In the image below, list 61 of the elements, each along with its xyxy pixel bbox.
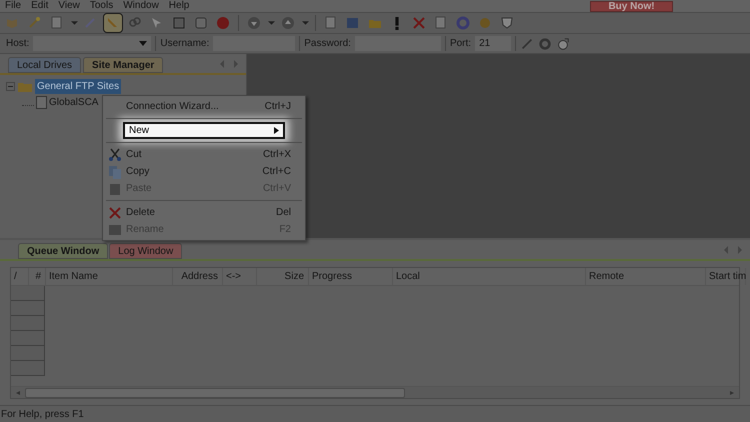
column-header[interactable]: Local <box>393 268 586 285</box>
exclamation-icon <box>395 16 399 30</box>
column-header[interactable]: Address <box>173 268 223 285</box>
column-header[interactable]: # <box>29 268 46 285</box>
upload-icon <box>280 15 296 31</box>
password-label: Password: <box>304 37 351 51</box>
buy-now-button[interactable]: Buy Now! <box>590 0 673 12</box>
panel-tab[interactable]: Site Manager <box>83 57 164 73</box>
tab-scroll-icon[interactable] <box>218 59 240 69</box>
collapse-icon[interactable] <box>6 82 15 91</box>
menu-item[interactable]: View <box>53 0 85 12</box>
host-label: Host: <box>6 37 30 51</box>
status-text: For Help, press F1 <box>0 408 84 422</box>
port-label: Port: <box>450 37 472 51</box>
tab-scroll-icon[interactable] <box>722 245 744 255</box>
menu-item[interactable]: Cut Ctrl+X <box>103 146 305 163</box>
column-header[interactable]: / <box>11 268 29 285</box>
username-label: Username: <box>160 37 210 51</box>
menu-item[interactable]: Delete Del <box>103 204 305 221</box>
menu-item[interactable]: New <box>123 122 285 139</box>
circle-icon <box>477 15 493 31</box>
download-icon <box>246 15 262 31</box>
caret-icon <box>70 21 78 25</box>
column-header[interactable]: Item Name <box>46 268 173 285</box>
column-header[interactable]: <-> <box>223 268 257 285</box>
globe-icon[interactable] <box>556 36 570 50</box>
square-icon <box>193 15 209 31</box>
panel-tab[interactable]: Log Window <box>109 243 182 259</box>
cross-icon <box>107 204 123 220</box>
menu-item[interactable]: File <box>0 0 26 12</box>
column-header[interactable]: Size <box>257 268 309 285</box>
menu-item[interactable]: Edit <box>26 0 54 12</box>
ring-icon <box>455 15 471 31</box>
cross-icon <box>411 15 427 31</box>
copy-icon <box>107 164 123 180</box>
panel-tab[interactable]: Local Drives <box>8 57 82 73</box>
stop-icon <box>215 15 231 31</box>
column-header[interactable]: Remote <box>586 268 706 285</box>
caret-icon <box>302 21 308 25</box>
column-header[interactable]: Progress <box>309 268 393 285</box>
port-field[interactable]: 21 <box>475 36 512 51</box>
dropdown-arrow-icon <box>139 41 148 46</box>
scrollbar-thumb[interactable] <box>25 388 405 398</box>
caret-icon <box>268 21 274 25</box>
shield-icon <box>499 15 515 31</box>
gear-icon[interactable] <box>538 36 552 50</box>
menu-item[interactable]: Help <box>164 0 194 12</box>
document-icon <box>345 15 361 31</box>
tree-item[interactable]: GlobalSCA <box>49 95 98 110</box>
menu-item[interactable]: Tools <box>84 0 118 12</box>
tree-item[interactable]: General FTP Sites <box>35 79 122 94</box>
folder-icon <box>17 80 33 92</box>
menu-item[interactable]: Window <box>118 0 164 12</box>
file-icon <box>36 96 47 109</box>
toolbar-button[interactable] <box>103 13 123 33</box>
host-field[interactable] <box>33 36 152 51</box>
menu-item[interactable]: Connection Wizard... Ctrl+J <box>103 98 305 115</box>
scissors-icon <box>107 146 123 162</box>
column-header[interactable]: Start tim <box>706 268 746 285</box>
menu-item[interactable]: Copy Ctrl+C <box>103 163 305 180</box>
panel-tab[interactable]: Queue Window <box>18 243 108 259</box>
